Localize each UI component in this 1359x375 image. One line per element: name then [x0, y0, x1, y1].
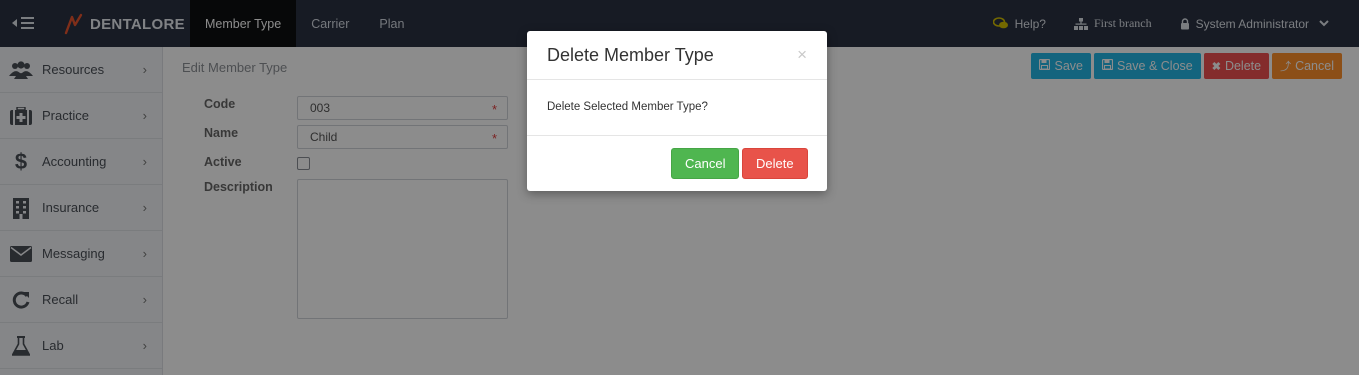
modal-footer: Cancel Delete — [527, 136, 827, 190]
close-icon[interactable]: × — [797, 45, 807, 65]
modal-body: Delete Selected Member Type? — [527, 80, 827, 136]
delete-confirm-dialog: Delete Member Type × Delete Selected Mem… — [527, 31, 827, 191]
modal-title: Delete Member Type — [547, 45, 714, 65]
modal-delete-button[interactable]: Delete — [742, 148, 808, 179]
modal-header: Delete Member Type × — [527, 31, 827, 80]
modal-message: Delete Selected Member Type? — [547, 101, 708, 113]
modal-cancel-button[interactable]: Cancel — [671, 148, 740, 179]
